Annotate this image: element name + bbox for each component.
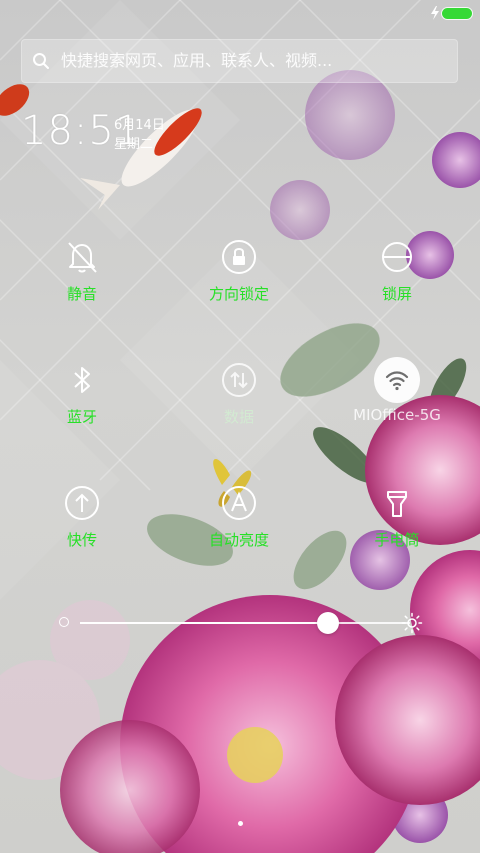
flashlight-icon	[387, 491, 407, 517]
toggle-label: 蓝牙	[66, 408, 97, 426]
toggle-label: 数据	[223, 408, 254, 426]
search-icon	[33, 53, 49, 69]
page-dot-active	[237, 821, 243, 826]
brightness-slider[interactable]	[58, 608, 428, 638]
search-placeholder: 快捷搜索网页、应用、联系人、视频...	[61, 51, 333, 70]
date-text: 6月14日	[114, 118, 165, 133]
auto-brightness-icon	[222, 486, 256, 520]
toggle-lock-screen[interactable]: 锁屏	[332, 234, 462, 344]
bell-off-icon	[68, 242, 97, 273]
wifi-icon	[374, 357, 420, 403]
toggle-label: 方向锁定	[208, 285, 269, 303]
toggle-wifi[interactable]: MIOffice-5G	[332, 357, 462, 467]
toggle-silent[interactable]: 静音	[17, 234, 147, 344]
toggle-label: 自动亮度	[208, 531, 269, 549]
slider-thumb[interactable]	[316, 612, 339, 634]
toggle-label: 静音	[66, 285, 97, 303]
toggle-rotation-lock[interactable]: 方向锁定	[174, 234, 304, 344]
brightness-low-icon	[59, 617, 69, 627]
page-indicator	[0, 811, 480, 826]
toggle-mobile-data[interactable]: 数据	[174, 357, 304, 467]
toggle-quick-transfer[interactable]: 快传	[17, 480, 147, 590]
share-upload-icon	[65, 486, 99, 520]
toggle-label: 锁屏	[381, 285, 412, 303]
slider-fill	[80, 622, 328, 624]
clock-date: 6月14日 星期二	[114, 116, 165, 154]
toggle-label: 快传	[66, 531, 97, 549]
mobile-data-icon	[222, 363, 256, 397]
battery-icon	[442, 8, 472, 19]
bluetooth-icon	[74, 367, 90, 393]
charging-icon	[431, 6, 439, 20]
lock-icon	[382, 242, 412, 272]
status-bar	[0, 0, 480, 28]
toggle-label: MIOffice-5G	[353, 406, 441, 424]
toggle-auto-brightness[interactable]: 自动亮度	[174, 480, 304, 590]
search-bar[interactable]: 快捷搜索网页、应用、联系人、视频...	[21, 39, 458, 83]
toggle-label: 手电筒	[374, 531, 420, 549]
toggle-bluetooth[interactable]: 蓝牙	[17, 357, 147, 467]
rotation-lock-icon	[222, 240, 256, 274]
brightness-high-icon	[401, 612, 423, 634]
toggle-flashlight[interactable]: 手电筒	[332, 480, 462, 590]
weekday-text: 星期二	[114, 137, 154, 152]
